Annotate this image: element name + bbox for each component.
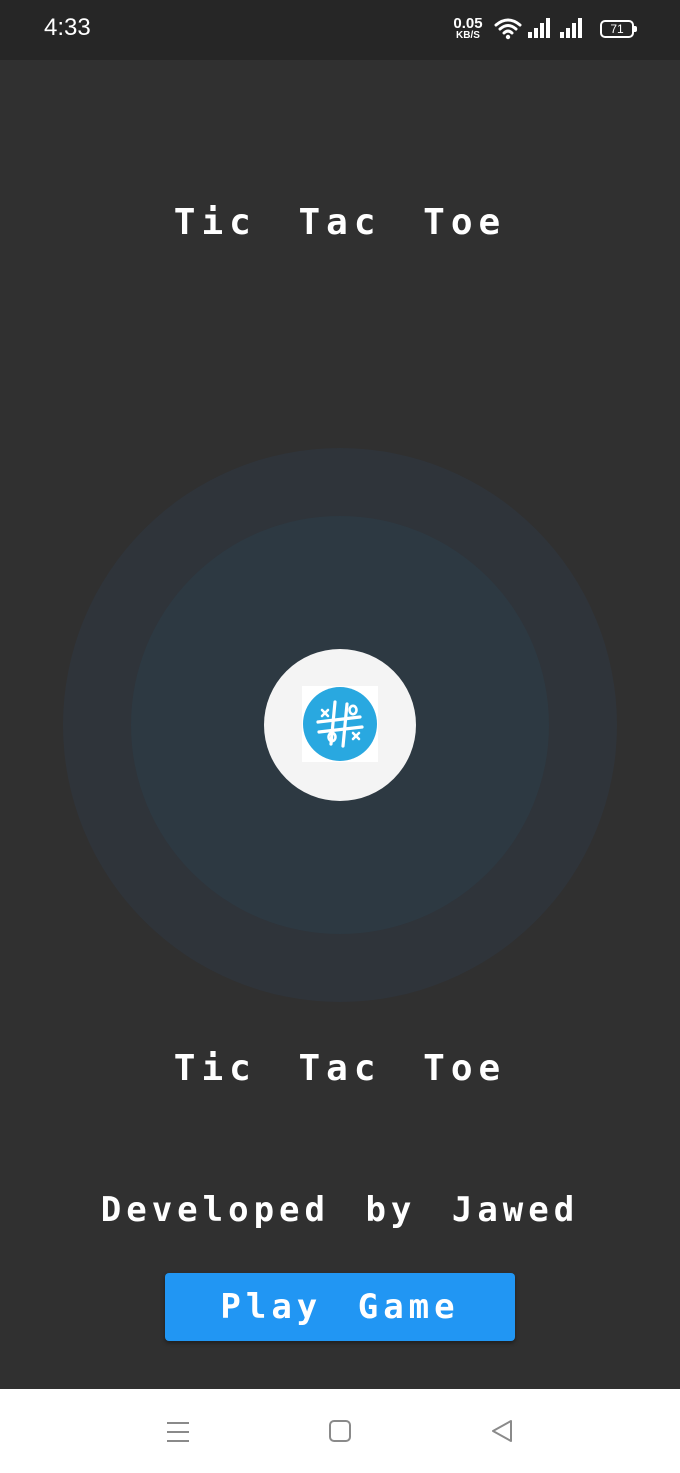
back-triangle-icon[interactable] bbox=[490, 1419, 514, 1443]
navigation-bar bbox=[0, 1389, 680, 1473]
net-speed-unit: KB/S bbox=[456, 30, 480, 41]
home-square-icon[interactable] bbox=[328, 1419, 352, 1443]
net-speed: 0.05 KB/S bbox=[450, 16, 486, 41]
logo-image bbox=[302, 686, 378, 762]
play-game-button[interactable]: Play Game bbox=[165, 1273, 515, 1341]
signal-icon bbox=[560, 18, 582, 38]
menu-icon[interactable] bbox=[166, 1420, 190, 1444]
signal-icon bbox=[528, 18, 550, 38]
net-speed-value: 0.05 bbox=[453, 15, 483, 32]
app-title-bottom: Tic Tac Toe bbox=[173, 1048, 507, 1089]
tic-tac-toe-logo-icon bbox=[303, 687, 377, 761]
battery-icon: 71 bbox=[600, 20, 637, 38]
developer-credit: Developed by Jawed bbox=[100, 1190, 580, 1230]
status-bar: 4:33 0.05 KB/S 71 bbox=[0, 0, 680, 60]
app-title-top: Tic Tac Toe bbox=[173, 202, 507, 243]
status-time: 4:33 bbox=[44, 14, 91, 41]
wifi-icon bbox=[494, 18, 522, 40]
